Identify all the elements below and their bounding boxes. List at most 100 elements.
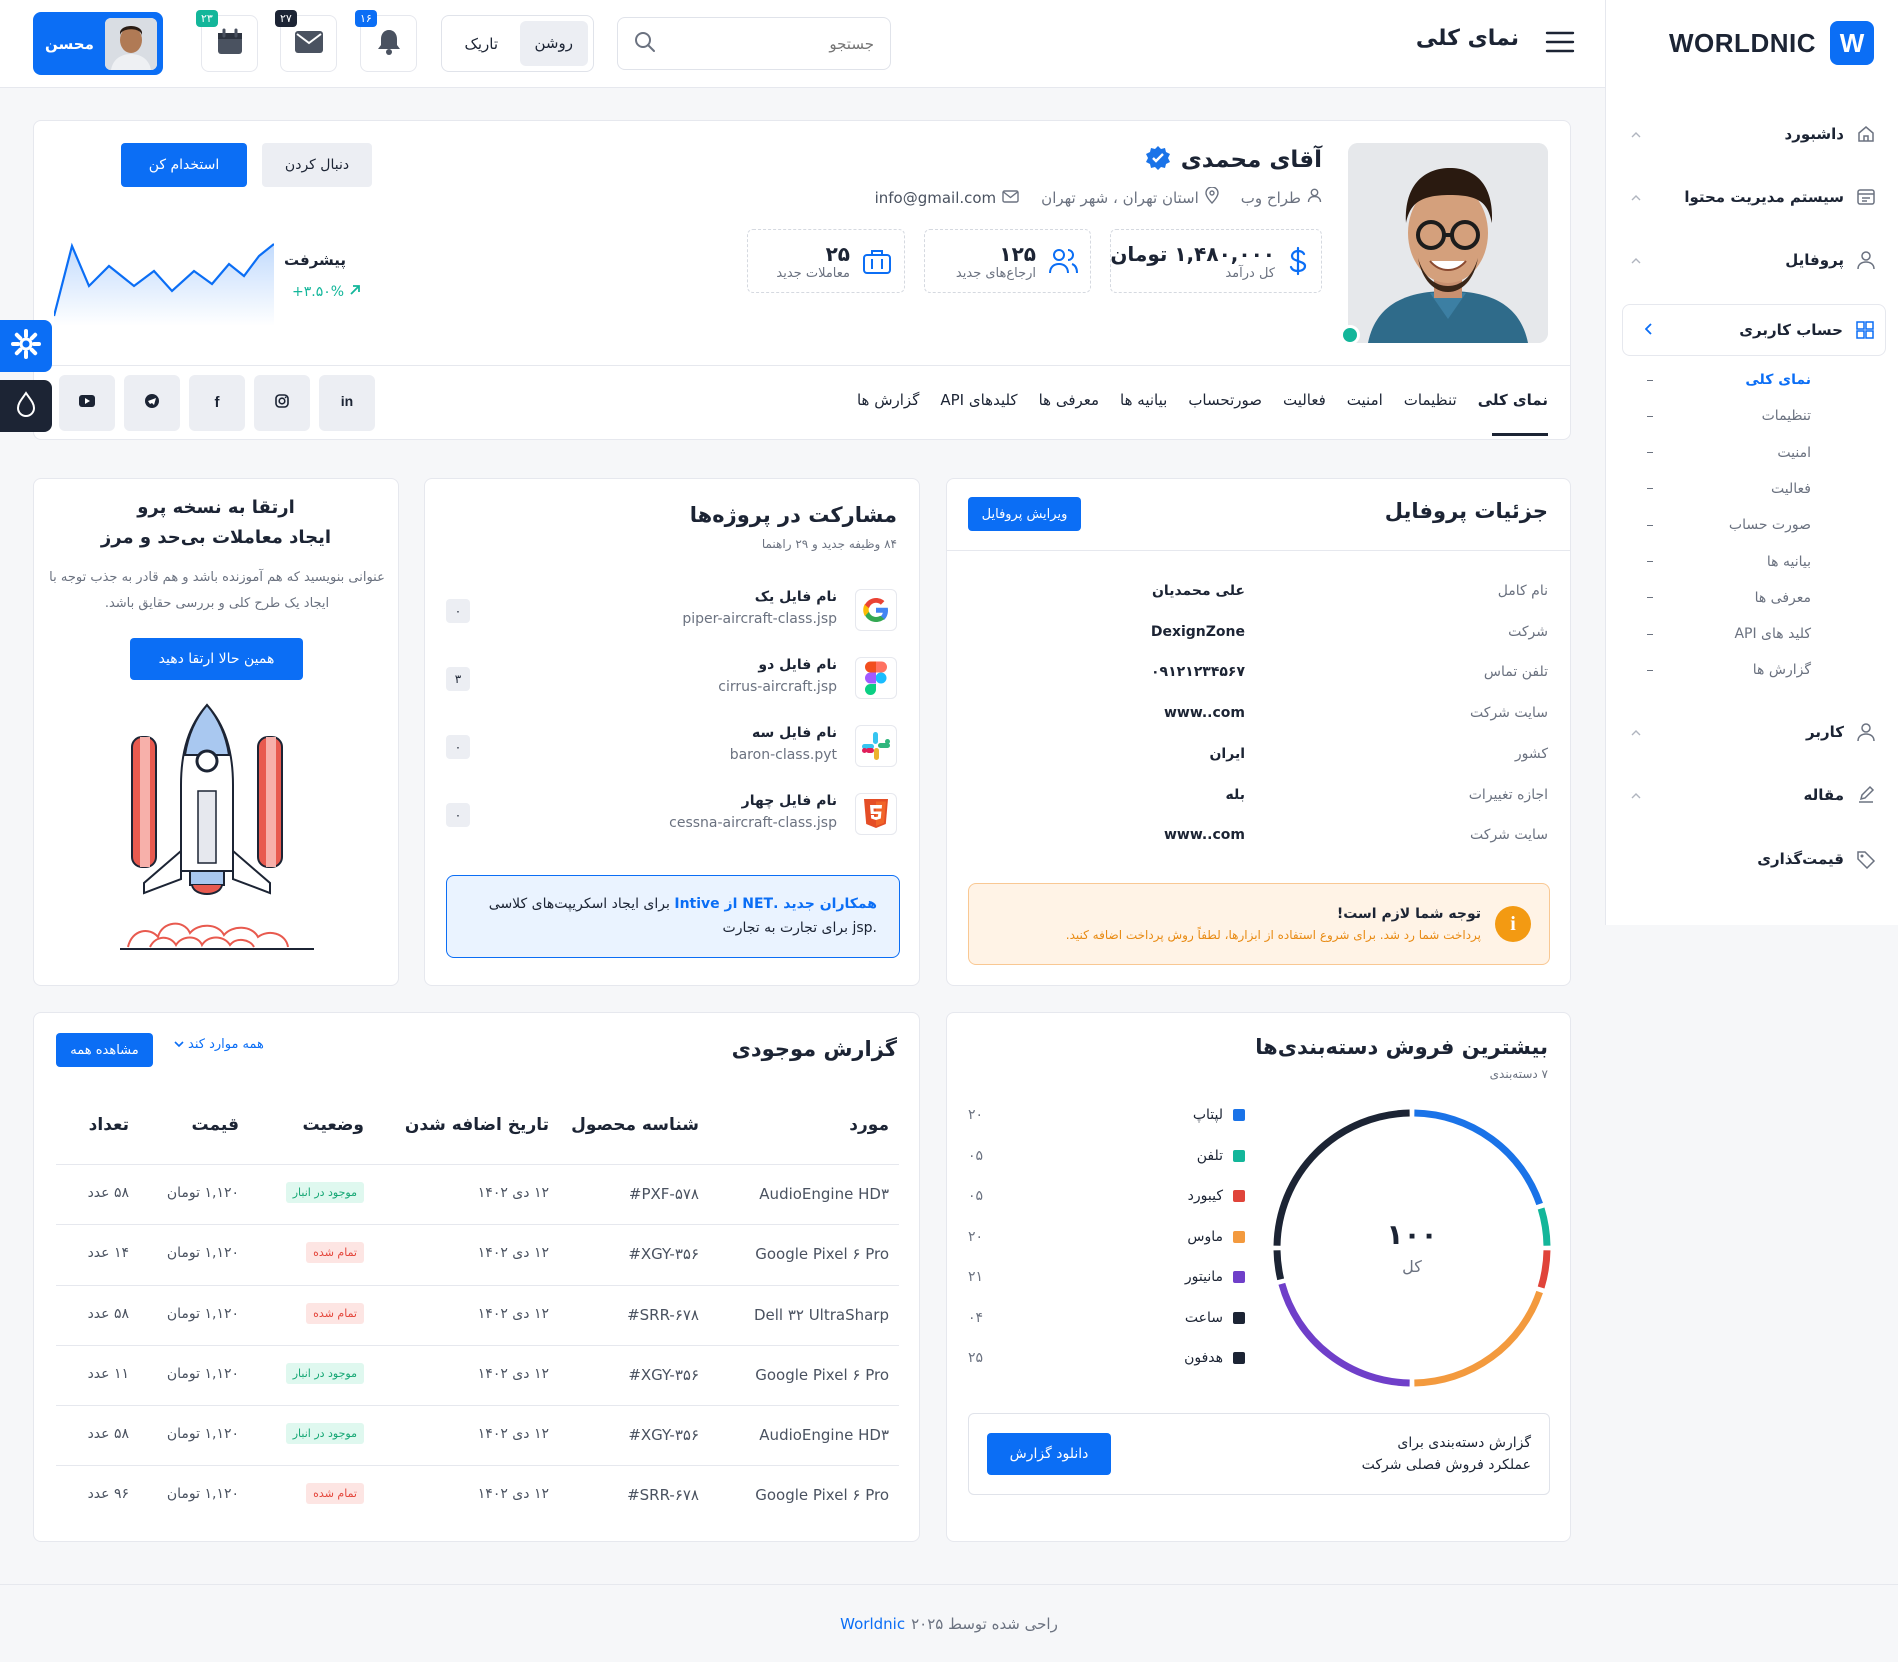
submenu-item[interactable]: بیانیه ها [1605,548,1898,576]
table-row[interactable]: Dell ۳۲ UltraSharp #SRR-۶۷۸ ۱۲ دی ۱۴۰۲ تمام… [56,1286,899,1346]
chevron-up-icon [1631,786,1641,804]
theme-float-button[interactable] [0,380,52,432]
mail-button[interactable]: ۲۷ [275,10,337,72]
legend-item: مانیتور [1185,1269,1245,1285]
footer-brand-link[interactable]: Worldnic [840,1615,905,1633]
search-input[interactable] [694,34,874,53]
calendar-count: ۲۳ [196,10,218,27]
profile-card: آقای محمدی طراح وب استان تهران ، شهر تهر… [33,120,1571,440]
table-cell-status: تمام شده [306,1242,364,1264]
profile-tab[interactable]: تنظیمات [1404,391,1457,409]
profile-tab[interactable]: فعالیت [1283,391,1326,409]
table-row[interactable]: AudioEngine HD۳ #PXF-۵۷۸ ۱۲ دی ۱۴۰۲ موجود د… [56,1165,899,1226]
chevron-up-icon [1631,188,1641,206]
sidebar-item[interactable]: قیمت‌گذاری [1605,839,1898,879]
arrow-up-right-icon [348,283,362,301]
youtube-button[interactable] [59,375,115,431]
submenu-item[interactable]: صورت حساب [1605,511,1898,539]
gear-icon [11,329,41,363]
upgrade-title-1: ارتقا به نسخه پرو [137,497,295,518]
report-text: گزارش دسته‌بندی برای عملکرد فروش فصلی شر… [1361,1435,1531,1473]
menu-toggle-icon[interactable] [1545,30,1575,58]
table-cell-item: Google Pixel ۶ Pro [755,1486,889,1505]
profile-email[interactable]: info@gmail.com [875,189,997,207]
legend-value: ۰۴ [968,1309,984,1326]
upgrade-now-button[interactable]: همین حالا ارتقا دهید [130,638,303,680]
submenu-label: کلید های API [1734,626,1811,643]
table-cell-qty: ۵۸ عدد [87,1305,129,1322]
alert-body: توجه شما لازم است! پرداخت شما رد شد. برا… [1066,906,1481,942]
sidebar-item[interactable]: مقاله [1605,775,1898,815]
page-title: نمای کلی [1415,26,1519,51]
note-highlight[interactable]: همکاران جدید .NET از Intive [674,896,877,912]
linkedin-button[interactable]: in [319,375,375,431]
notification-button[interactable]: ۱۶ [355,10,417,72]
legend-label: ماوس [1187,1228,1223,1245]
theme-light-button[interactable]: روشن [519,21,588,66]
search-icon[interactable] [634,31,656,57]
profile-tab[interactable]: گزارش ها [857,391,919,409]
project-file-name: نام فایل یک [754,589,837,605]
project-file-path[interactable]: piper-aircraft-class.jsp [682,611,837,627]
telegram-button[interactable] [124,375,180,431]
sidebar-item[interactable]: حساب کاربری [1622,304,1886,356]
profile-tab[interactable]: کلیدهای API [940,391,1017,409]
f-button[interactable]: f [189,375,245,431]
brand-logo[interactable]: WORLDNIC W [1669,21,1874,65]
table-row[interactable]: Google Pixel ۶ Pro #XGY-۳۵۶ ۱۲ دی ۱۴۰۲ موجو… [56,1346,899,1407]
instagram-button[interactable] [254,375,310,431]
upgrade-title-2: ایجاد معاملات بی‌حد و مرز [100,527,332,548]
user-icon [1854,250,1876,270]
chevron-down-icon [174,1037,184,1052]
profile-tab[interactable]: معرفی ها [1039,391,1099,409]
submenu-item[interactable]: کلید های API [1605,620,1898,648]
filter-label: همه موارد کند [188,1037,264,1052]
table-row[interactable]: Google Pixel ۶ Pro #XGY-۳۵۶ ۱۲ دی ۱۴۰۲ تمام… [56,1225,899,1286]
submenu-item[interactable]: نمای کلی [1605,366,1898,394]
profile-tab[interactable]: بیانیه ها [1120,391,1167,409]
submenu-item[interactable]: امنیت [1605,439,1898,467]
view-all-button[interactable]: مشاهده همه [56,1033,153,1067]
theme-dark-button[interactable]: تاریک [447,35,516,53]
sidebar-item[interactable]: کاربر [1605,712,1898,752]
svg-text:in: in [341,393,353,409]
stat-box: ۱,۴۸۰,۰۰۰ تومان کل درآمد [1110,229,1322,293]
project-file-path[interactable]: cessna-aircraft-class.jsp [669,815,837,831]
submenu-item[interactable]: فعالیت [1605,475,1898,503]
inventory-title: گزارش موجودی [731,1037,897,1061]
project-file-path[interactable]: cirrus-aircraft.jsp [718,679,837,695]
table-row[interactable]: AudioEngine HD۳ #XGY-۳۵۶ ۱۲ دی ۱۴۰۲ موجود د… [56,1406,899,1467]
legend-label: تلفن [1196,1147,1223,1164]
settings-float-button[interactable] [0,320,52,372]
submenu-item[interactable]: گزارش ها [1605,656,1898,684]
submenu-label: تنظیمات [1761,408,1811,425]
table-row[interactable]: Google Pixel ۶ Pro #SRR-۶۷۸ ۱۲ دی ۱۴۰۲ تمام… [56,1466,899,1526]
download-report-button[interactable]: دانلود گزارش [987,1433,1111,1475]
profile-tab[interactable]: نمای کلی [1478,391,1548,409]
submenu-dash [1647,561,1653,562]
submenu-item[interactable]: تنظیمات [1605,402,1898,430]
submenu-item[interactable]: معرفی ها [1605,584,1898,612]
stat-text: ۱,۴۸۰,۰۰۰ تومان کل درآمد [1110,242,1275,281]
user-icon [1307,188,1322,207]
table-cell-qty: ۱۴ عدد [87,1245,129,1262]
chevron-left-icon [1644,321,1653,339]
project-file-path[interactable]: baron-class.pyt [730,747,837,763]
hire-button[interactable]: استخدام کن [121,143,247,187]
profile-tab[interactable]: امنیت [1347,391,1383,409]
follow-button[interactable]: دنبال کردن [262,143,372,187]
sidebar-item[interactable]: داشبورد [1605,114,1898,154]
chevron-up-icon [1631,125,1641,143]
stat-label: معاملات جدید [776,265,850,281]
calendar-button[interactable]: ۲۳ [196,10,258,72]
profile-tab[interactable]: صورتحساب [1188,391,1262,409]
sidebar-item[interactable]: سیستم مدیریت محتوا [1605,177,1898,217]
footer: راحی شده توسط ۲۰۲۵ Worldnic [0,1584,1898,1662]
user-menu[interactable]: محسن [33,12,163,75]
filter-dropdown[interactable]: همه موارد کند [174,1037,264,1052]
dollar-icon [1285,246,1311,276]
progress-sparkline [54,242,274,326]
sidebar-item[interactable]: پروفایل [1605,240,1898,280]
project-file-name: نام فایل چهار [741,793,837,809]
search-box[interactable] [617,17,891,70]
